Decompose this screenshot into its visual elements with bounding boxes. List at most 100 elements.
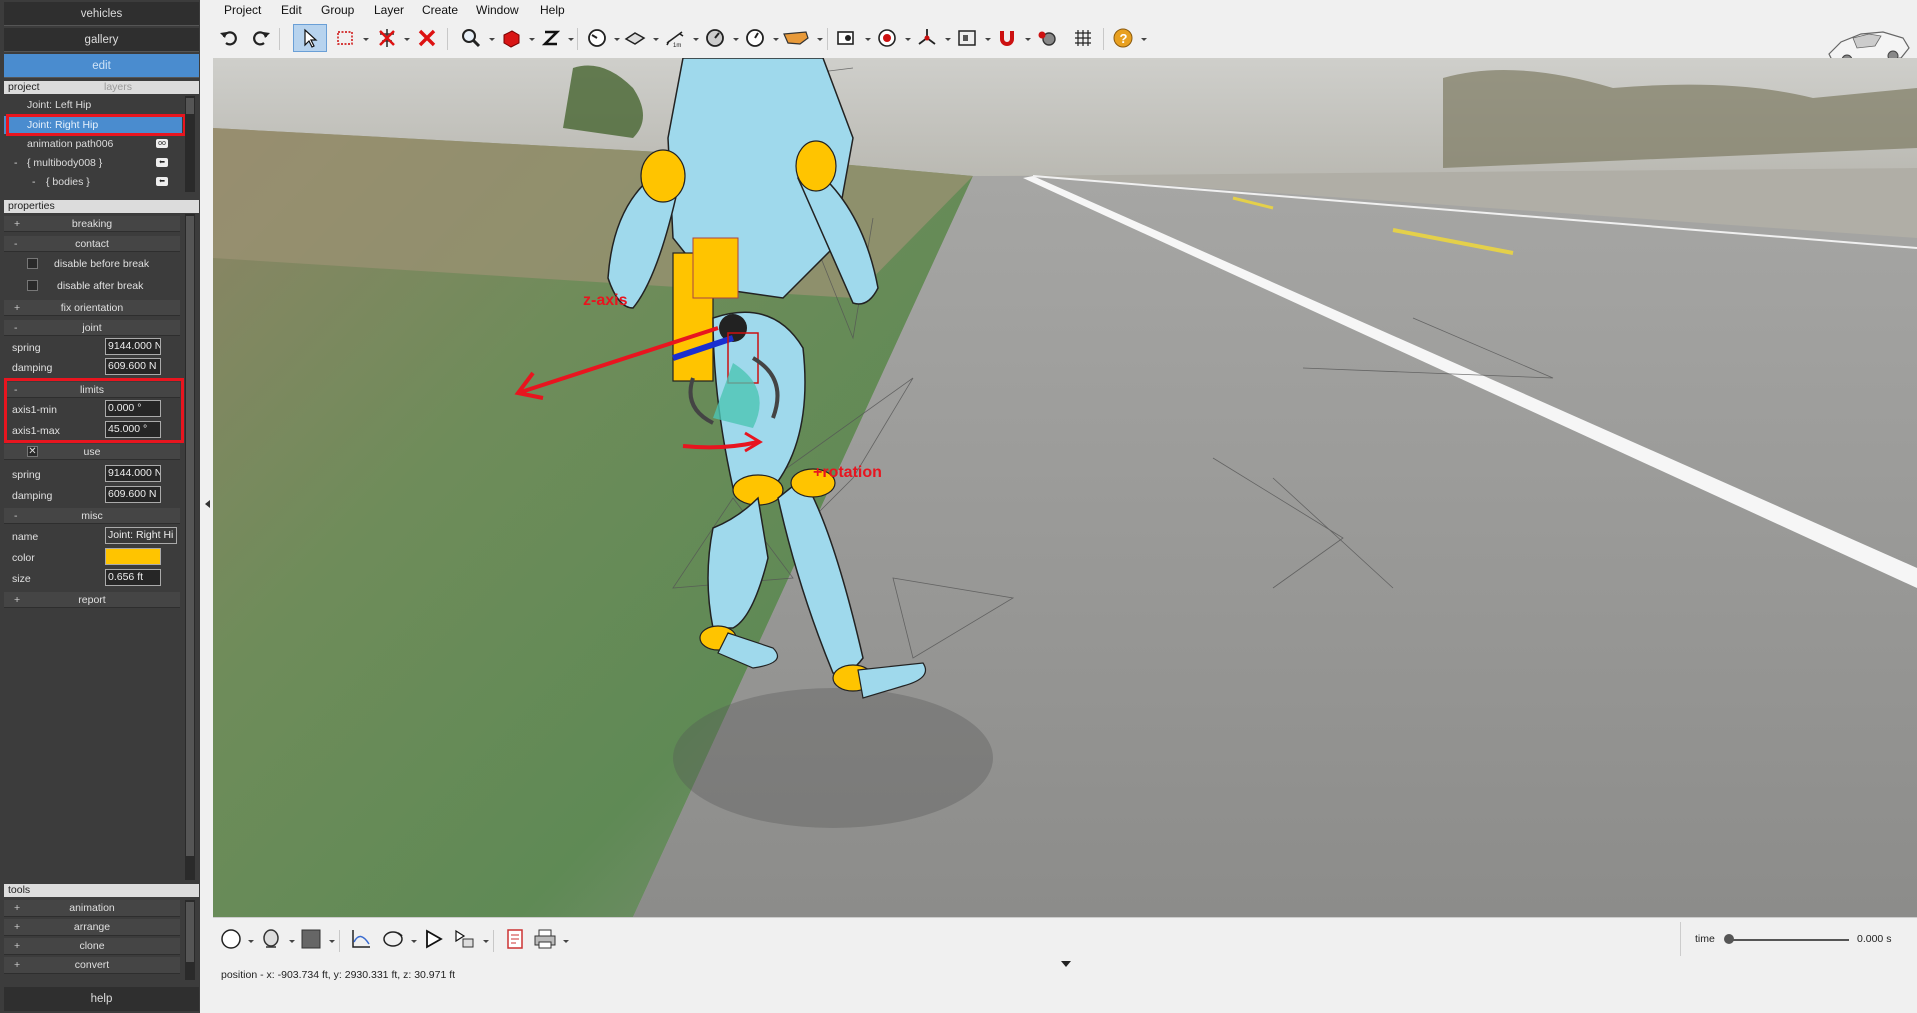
dropdown-arrow-icon[interactable] xyxy=(905,38,911,41)
dial-icon[interactable] xyxy=(701,24,729,52)
gauge-icon[interactable] xyxy=(583,24,611,52)
expand-icon[interactable]: + xyxy=(14,300,20,316)
link-icon[interactable]: ⬅ xyxy=(156,177,168,186)
collapse-icon[interactable]: - xyxy=(14,236,18,252)
redo-icon[interactable] xyxy=(247,24,275,52)
head-icon[interactable] xyxy=(257,925,285,953)
measure-icon[interactable]: 1m xyxy=(661,24,689,52)
expander-icon[interactable]: - xyxy=(32,173,36,191)
properties-scroll-thumb[interactable] xyxy=(186,216,194,856)
dropdown-arrow-icon[interactable] xyxy=(329,940,335,943)
tree-item-bodies[interactable]: - { bodies } ⬅ xyxy=(4,173,184,191)
visibility-icon[interactable]: oo xyxy=(156,139,168,148)
tools-scroll-thumb[interactable] xyxy=(186,902,194,962)
dropdown-arrow-icon[interactable] xyxy=(289,940,295,943)
dropdown-arrow-icon[interactable] xyxy=(411,940,417,943)
joint-spring-field[interactable]: 9144.000 N xyxy=(105,338,161,355)
tree-scroll-thumb[interactable] xyxy=(186,98,194,114)
group-report[interactable]: + report xyxy=(4,592,180,608)
playlist-icon[interactable] xyxy=(451,925,479,953)
dropdown-arrow-icon[interactable] xyxy=(1025,38,1031,41)
axis-gizmo-icon[interactable] xyxy=(913,24,941,52)
time-slider-knob[interactable] xyxy=(1724,934,1734,944)
select-box-icon[interactable] xyxy=(331,24,359,52)
animation-path-icon[interactable] xyxy=(379,925,407,953)
solid-shading-icon[interactable] xyxy=(497,24,525,52)
frame-icon[interactable] xyxy=(953,24,981,52)
group-fix-orientation[interactable]: + fix orientation xyxy=(4,300,180,316)
gears-icon[interactable] xyxy=(1033,24,1061,52)
vehicles-button[interactable]: vehicles xyxy=(4,2,199,26)
use-checkbox[interactable]: ✕ xyxy=(27,446,38,457)
expand-icon[interactable]: + xyxy=(14,216,20,232)
delete-node-icon[interactable] xyxy=(373,24,401,52)
dropdown-arrow-icon[interactable] xyxy=(1141,38,1147,41)
disable-after-break-checkbox[interactable] xyxy=(27,280,38,291)
magnet-icon[interactable] xyxy=(993,24,1021,52)
z-axis-icon[interactable] xyxy=(537,24,565,52)
dropdown-arrow-icon[interactable] xyxy=(865,38,871,41)
dropdown-arrow-icon[interactable] xyxy=(563,940,569,943)
menu-create[interactable]: Create xyxy=(422,3,458,17)
group-contact[interactable]: - contact xyxy=(4,236,180,252)
clock-icon[interactable] xyxy=(741,24,769,52)
dropdown-arrow-icon[interactable] xyxy=(817,38,823,41)
graph-icon[interactable] xyxy=(347,925,375,953)
project-tab[interactable]: project xyxy=(8,81,40,93)
surface-icon[interactable] xyxy=(621,24,649,52)
dropdown-arrow-icon[interactable] xyxy=(614,38,620,41)
dropdown-arrow-icon[interactable] xyxy=(653,38,659,41)
menu-group[interactable]: Group xyxy=(321,3,354,17)
vehicle-icon[interactable] xyxy=(779,24,813,52)
zoom-icon[interactable] xyxy=(457,24,485,52)
menu-help[interactable]: Help xyxy=(540,3,565,17)
properties-scrollbar[interactable] xyxy=(185,214,195,880)
help-icon[interactable]: ? xyxy=(1109,24,1137,52)
expand-icon[interactable]: + xyxy=(14,592,20,608)
expand-icon[interactable]: + xyxy=(14,957,20,974)
tools-scrollbar[interactable] xyxy=(185,900,195,980)
collapse-icon[interactable]: - xyxy=(14,320,18,336)
report-icon[interactable] xyxy=(501,925,529,953)
status-expand-icon[interactable] xyxy=(1061,961,1071,967)
dropdown-arrow-icon[interactable] xyxy=(489,38,495,41)
tool-clone[interactable]: + clone xyxy=(4,938,180,955)
size-field[interactable]: 0.656 ft xyxy=(105,569,161,586)
grid-icon[interactable] xyxy=(1069,24,1097,52)
tree-item-left-hip[interactable]: Joint: Left Hip xyxy=(4,96,184,114)
expander-icon[interactable]: - xyxy=(14,154,18,172)
menu-project[interactable]: Project xyxy=(224,3,261,17)
collapse-icon[interactable]: - xyxy=(14,508,18,524)
limit-spring-field[interactable]: 9144.000 N xyxy=(105,465,161,482)
undo-icon[interactable] xyxy=(215,24,243,52)
print-icon[interactable] xyxy=(531,925,559,953)
camera-icon[interactable] xyxy=(833,24,861,52)
collapse-panel-icon[interactable] xyxy=(205,500,210,508)
target-icon[interactable] xyxy=(873,24,901,52)
expand-icon[interactable]: + xyxy=(14,900,20,917)
dropdown-arrow-icon[interactable] xyxy=(985,38,991,41)
group-joint[interactable]: - joint xyxy=(4,320,180,336)
project-header[interactable]: project layers xyxy=(4,81,199,94)
solid-square-icon[interactable] xyxy=(297,925,325,953)
expand-icon[interactable]: + xyxy=(14,938,20,955)
dropdown-arrow-icon[interactable] xyxy=(733,38,739,41)
circle-shape-icon[interactable] xyxy=(217,925,245,953)
tool-animation[interactable]: + animation xyxy=(4,900,180,917)
dropdown-arrow-icon[interactable] xyxy=(363,38,369,41)
help-button[interactable]: help xyxy=(4,987,199,1011)
disable-before-break-checkbox[interactable] xyxy=(27,258,38,269)
color-swatch[interactable] xyxy=(105,548,161,565)
tool-convert[interactable]: + convert xyxy=(4,957,180,974)
dropdown-arrow-icon[interactable] xyxy=(693,38,699,41)
dropdown-arrow-icon[interactable] xyxy=(529,38,535,41)
menu-edit[interactable]: Edit xyxy=(281,3,302,17)
tree-item-animation-path[interactable]: animation path006 oo xyxy=(4,135,184,153)
3d-viewport[interactable]: z-axis +rotation xyxy=(213,58,1917,917)
tree-item-multibody[interactable]: - { multibody008 } ⬅ xyxy=(4,154,184,172)
menu-window[interactable]: Window xyxy=(476,3,519,17)
dropdown-arrow-icon[interactable] xyxy=(404,38,410,41)
link-icon[interactable]: ⬅ xyxy=(156,158,168,167)
dropdown-arrow-icon[interactable] xyxy=(248,940,254,943)
menu-layer[interactable]: Layer xyxy=(374,3,404,17)
